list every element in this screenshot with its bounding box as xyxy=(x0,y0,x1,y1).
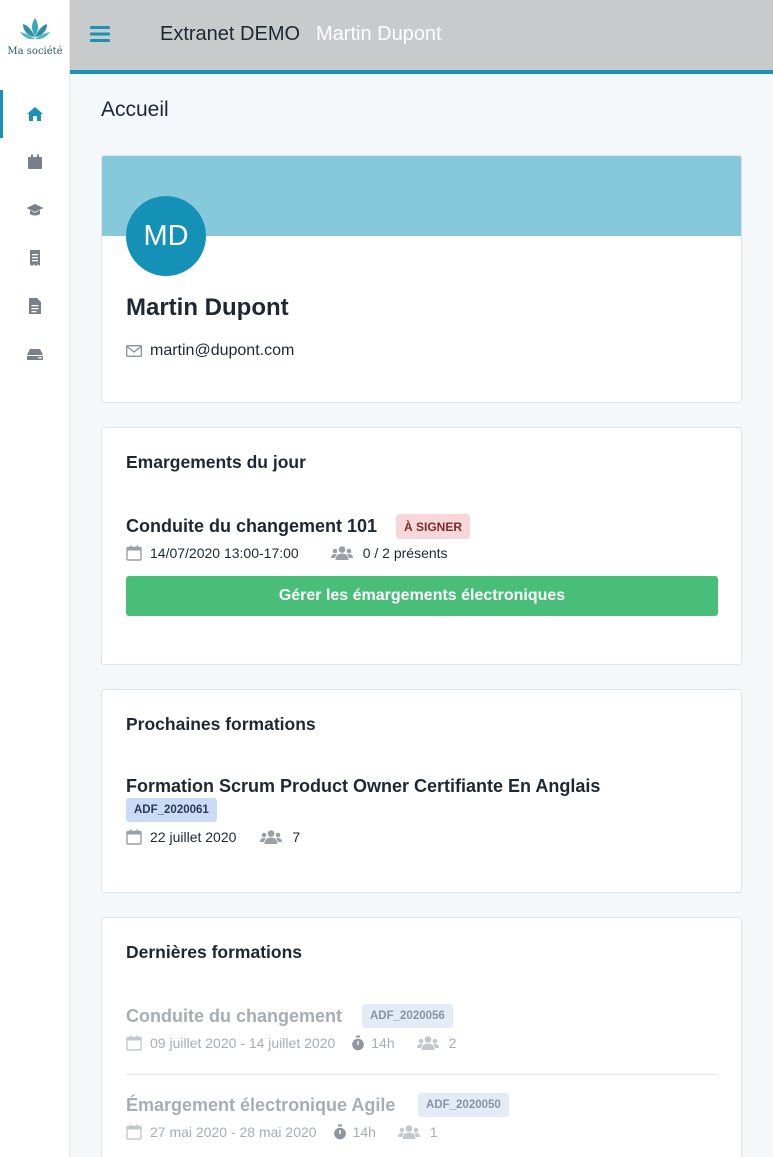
past-training-meta: 27 mai 2020 - 28 mai 2020 14h 1 xyxy=(126,1124,438,1140)
calendar-icon xyxy=(126,545,142,561)
profile-name: Martin Dupont xyxy=(126,294,289,321)
logo-text: Ma société xyxy=(7,45,63,57)
calendar-icon xyxy=(28,154,42,169)
sidebar-item-storage[interactable] xyxy=(0,330,70,378)
calendar-icon xyxy=(126,829,142,845)
stopwatch-icon xyxy=(333,1124,346,1140)
past-training-code-badge: ADF_2020056 xyxy=(362,1004,453,1028)
stopwatch-icon xyxy=(352,1035,365,1051)
training-title[interactable]: Formation Scrum Product Owner Certifiant… xyxy=(126,776,600,797)
past-training-dates: 09 juillet 2020 - 14 juillet 2020 xyxy=(150,1035,336,1051)
sidebar-nav xyxy=(0,90,69,378)
users-icon xyxy=(416,1036,439,1050)
users-icon xyxy=(260,830,283,844)
hard-drive-icon xyxy=(27,349,43,360)
sidebar-item-documents[interactable] xyxy=(0,282,70,330)
session-title[interactable]: Conduite du changement 101 xyxy=(126,516,377,537)
receipt-icon xyxy=(30,250,40,266)
past-trainings-card: Dernières formations Conduite du changem… xyxy=(101,917,742,1157)
status-badge: À SIGNER xyxy=(396,514,471,539)
divider xyxy=(126,1074,718,1075)
manage-signatures-button[interactable]: Gérer les émargements électroniques xyxy=(126,576,718,616)
app-title: Extranet DEMO xyxy=(160,23,301,45)
training-date: 22 juillet 2020 xyxy=(150,829,237,845)
past-training-participants: 1 xyxy=(429,1124,438,1140)
training-participants: 7 xyxy=(292,829,301,845)
session-meta: 14/07/2020 13:00-17:00 0 / 2 présents xyxy=(126,545,448,561)
past-trainings-title: Dernières formations xyxy=(126,942,303,962)
page-title: Accueil xyxy=(101,98,169,121)
hamburger-menu-icon[interactable] xyxy=(90,24,110,44)
top-header: Extranet DEMO Martin Dupont xyxy=(70,0,773,74)
past-training-meta: 09 juillet 2020 - 14 juillet 2020 14h 2 xyxy=(126,1035,456,1051)
graduation-cap-icon xyxy=(26,204,44,216)
header-user-name[interactable]: Martin Dupont xyxy=(316,23,442,46)
profile-card: MD Martin Dupont martin@dupont.com xyxy=(101,155,742,403)
past-training-participants: 2 xyxy=(448,1035,457,1051)
avatar: MD xyxy=(126,196,206,276)
home-icon xyxy=(27,107,43,121)
sidebar-item-calendar[interactable] xyxy=(0,138,70,186)
sidebar: Ma société xyxy=(0,0,70,1157)
document-icon xyxy=(29,298,41,314)
upcoming-trainings-card: Prochaines formations Formation Scrum Pr… xyxy=(101,689,742,893)
users-icon xyxy=(397,1125,420,1139)
lotus-logo-icon xyxy=(20,17,50,39)
sidebar-item-home[interactable] xyxy=(0,90,70,138)
envelope-icon xyxy=(126,345,142,357)
profile-email-text: martin@dupont.com xyxy=(150,342,295,359)
past-training-title[interactable]: Conduite du changement xyxy=(126,1006,342,1027)
users-icon xyxy=(330,546,353,560)
past-training-code-badge: ADF_2020050 xyxy=(418,1093,509,1117)
sidebar-item-trainings[interactable] xyxy=(0,186,70,234)
company-logo[interactable]: Ma société xyxy=(0,0,70,72)
calendar-icon xyxy=(126,1124,142,1140)
profile-email: martin@dupont.com xyxy=(126,342,294,360)
upcoming-trainings-title: Prochaines formations xyxy=(126,714,316,734)
past-training-dates: 27 mai 2020 - 28 mai 2020 xyxy=(150,1124,317,1140)
sidebar-item-invoices[interactable] xyxy=(0,234,70,282)
training-meta: 22 juillet 2020 7 xyxy=(126,829,300,845)
session-datetime: 14/07/2020 13:00-17:00 xyxy=(150,545,299,561)
emargements-card: Emargements du jour Conduite du changeme… xyxy=(101,427,742,665)
training-code-badge: ADF_2020061 xyxy=(126,798,217,822)
session-attendance: 0 / 2 présents xyxy=(362,545,448,561)
past-training-duration: 14h xyxy=(371,1035,395,1051)
past-training-title[interactable]: Émargement électronique Agile xyxy=(126,1095,395,1116)
calendar-icon xyxy=(126,1035,142,1051)
past-training-duration: 14h xyxy=(352,1124,376,1140)
emargements-title: Emargements du jour xyxy=(126,452,306,472)
